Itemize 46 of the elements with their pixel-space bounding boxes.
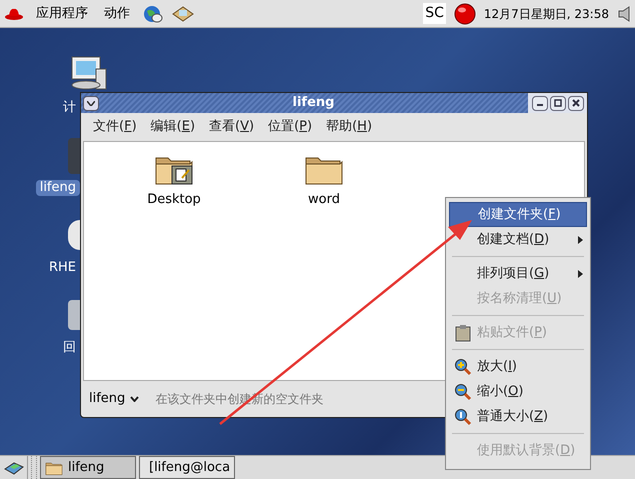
- taskbar-button[interactable]: lifeng: [40, 456, 136, 479]
- location-button[interactable]: lifeng: [89, 389, 140, 409]
- submenu-arrow-icon: [578, 236, 583, 244]
- clipboard-icon: [455, 324, 471, 342]
- keyboard-indicator[interactable]: SC: [423, 3, 446, 24]
- context-menu-item[interactable]: 创建文档(D): [449, 227, 587, 252]
- hat-icon[interactable]: [4, 6, 24, 20]
- close-icon: [572, 99, 580, 107]
- panel-menu[interactable]: 动作: [100, 4, 134, 24]
- caret-icon: [87, 100, 95, 106]
- folder-icon: [45, 460, 63, 476]
- desktop-icon-label[interactable]: 计: [59, 100, 80, 116]
- menu-item[interactable]: 编辑(E): [150, 117, 196, 137]
- window-title: lifeng: [292, 94, 336, 112]
- panel-menu[interactable]: 应用程序: [32, 4, 92, 24]
- desktop-icon-label[interactable]: RHE: [44, 260, 80, 276]
- menu-item[interactable]: 位置(P): [268, 117, 312, 137]
- desktop-icon-label[interactable]: lifeng: [36, 180, 80, 196]
- envelope-icon[interactable]: [172, 4, 194, 22]
- zoom-out-icon: [454, 382, 472, 400]
- context-menu-item[interactable]: 普通大小(Z): [449, 404, 587, 429]
- context-menu-item[interactable]: 放大(I): [449, 354, 587, 379]
- menu-item[interactable]: 文件(F): [93, 117, 137, 137]
- caret-icon: [130, 396, 140, 402]
- maximize-icon: [554, 99, 562, 107]
- menu-item[interactable]: 查看(V): [209, 117, 254, 137]
- context-menu-item[interactable]: 缩小(O): [449, 379, 587, 404]
- clock[interactable]: 12月7日星期日, 23:58: [484, 4, 609, 22]
- maximize-button[interactable]: [550, 96, 566, 110]
- desktop-icon-label[interactable]: 回: [59, 340, 80, 356]
- context-menu-item[interactable]: 创建文件夹(F): [449, 202, 587, 227]
- window-menu-button[interactable]: [83, 96, 99, 110]
- zoom-in-icon: [454, 358, 472, 376]
- context-menu-item[interactable]: 排列项目(G): [449, 261, 587, 286]
- menu-item[interactable]: 帮助(H): [326, 117, 372, 137]
- globe-icon[interactable]: [142, 4, 164, 24]
- desktop-stack-icon: [4, 460, 24, 476]
- submenu-arrow-icon: [578, 270, 583, 278]
- speaker-icon[interactable]: [617, 6, 631, 22]
- close-button[interactable]: [568, 96, 584, 110]
- taskbar-button[interactable]: [lifeng@loca: [139, 456, 235, 479]
- magnifier-icon: [454, 408, 472, 426]
- ball-icon[interactable]: [454, 2, 476, 24]
- file-name[interactable]: word: [308, 190, 340, 210]
- minimize-button[interactable]: [532, 96, 548, 110]
- file-name[interactable]: Desktop: [147, 190, 201, 210]
